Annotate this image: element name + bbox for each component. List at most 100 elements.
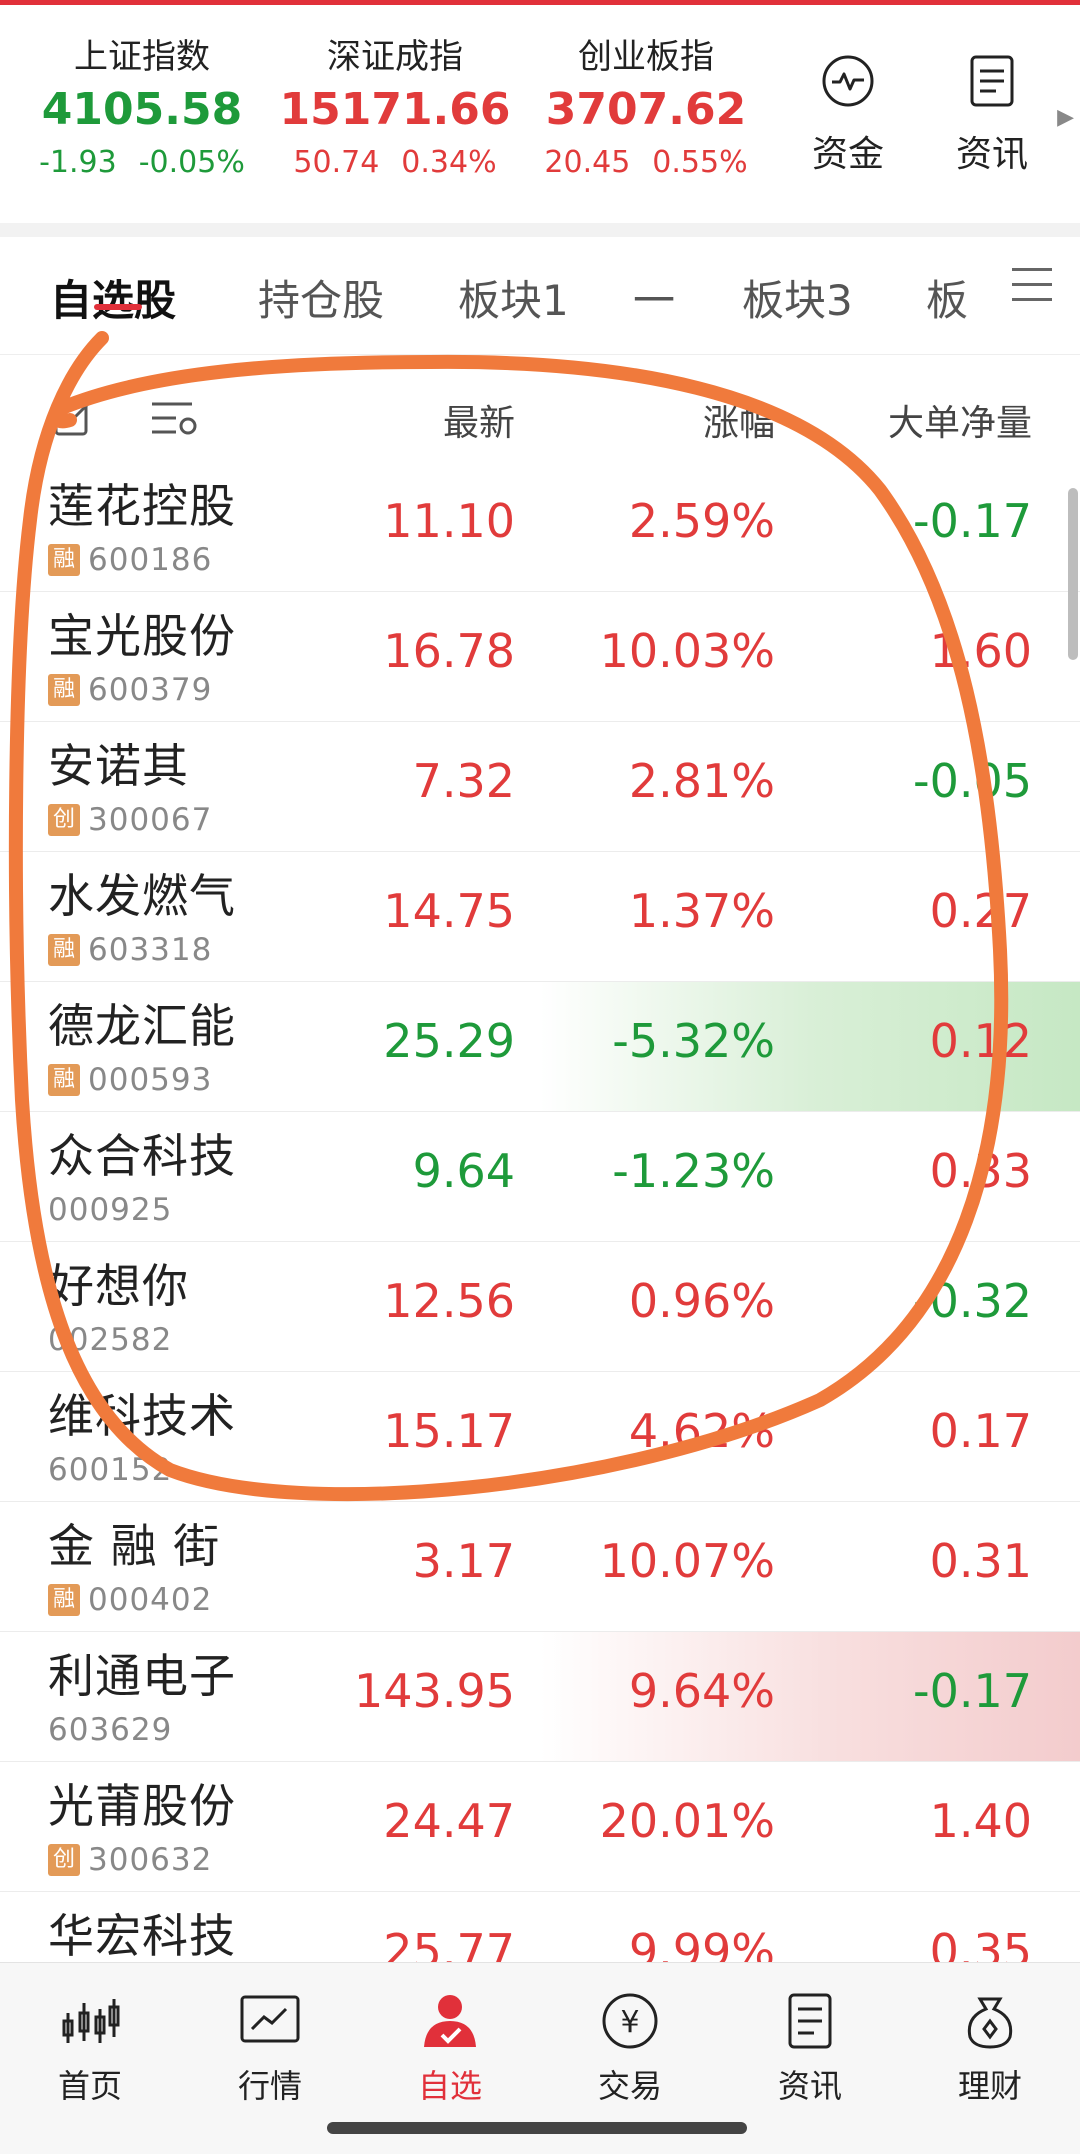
index-sh[interactable]: 上证指数 4105.58 -1.93 -0.05%: [22, 35, 262, 185]
chart-icon: [240, 1995, 300, 2043]
nav-label: 自选: [417, 2067, 482, 2105]
margin-badge: 融: [48, 544, 80, 576]
stock-flow: 0.12: [929, 1014, 1032, 1068]
market-index-header: 上证指数 4105.58 -1.93 -0.05% 深证成指 15171.66 5…: [0, 5, 1080, 223]
money-bag-icon: [967, 1997, 1013, 2049]
chevron-right-icon[interactable]: ▶: [1057, 105, 1074, 130]
stock-row[interactable]: 安诺其 创 300067 7.32 2.81% -0.05: [0, 722, 1080, 852]
tab-watchlist[interactable]: 自选股: [50, 267, 176, 328]
stock-flow: -0.32: [912, 1274, 1032, 1328]
stock-name: 宝光股份: [48, 609, 236, 663]
stock-flow: 0.17: [929, 1404, 1032, 1458]
document-icon: [788, 1993, 832, 2049]
stock-row[interactable]: 维科技术 600152 15.17 4.62% 0.17: [0, 1372, 1080, 1502]
stock-change: 10.07%: [599, 1534, 775, 1588]
document-icon: [970, 55, 1014, 107]
index-name: 深证成指: [327, 37, 463, 77]
stock-change: 10.03%: [599, 624, 775, 678]
tab-sector-1[interactable]: 板块1: [458, 267, 569, 328]
index-sz[interactable]: 深证成指 15171.66 50.74 0.34%: [275, 35, 515, 185]
user-check-icon: [424, 1995, 476, 2047]
nav-label: 交易: [597, 2067, 662, 2105]
stock-change: 1.37%: [628, 884, 775, 938]
stock-price: 7.32: [412, 754, 515, 808]
index-value: 4105.58: [41, 84, 243, 135]
stock-row[interactable]: 金 融 街 融 000402 3.17 10.07% 0.31: [0, 1502, 1080, 1632]
stock-code: 300632: [88, 1842, 213, 1878]
nav-home[interactable]: 首页: [20, 1991, 160, 2107]
stock-price: 143.95: [354, 1664, 515, 1718]
stock-price: 11.10: [383, 494, 515, 548]
margin-badge: 融: [48, 934, 80, 966]
stock-code: 603318: [88, 932, 213, 968]
stock-row[interactable]: 华宏科技 25.77 9.99% 0.35: [0, 1892, 1080, 1962]
candlestick-icon: [62, 1999, 120, 2043]
nav-market[interactable]: 行情: [200, 1991, 340, 2107]
index-value: 3707.62: [545, 84, 747, 135]
stock-row[interactable]: 利通电子 603629 143.95 9.64% -0.17: [0, 1632, 1080, 1762]
stock-price: 15.17: [383, 1404, 515, 1458]
index-name: 创业板指: [578, 37, 714, 77]
stock-flow: 1.40: [929, 1794, 1032, 1848]
index-value: 15171.66: [279, 84, 511, 135]
menu-icon[interactable]: [1012, 268, 1052, 302]
stock-row[interactable]: 宝光股份 融 600379 16.78 10.03% 1.60: [0, 592, 1080, 722]
news-label: 资讯: [955, 134, 1028, 175]
nav-label: 理财: [957, 2067, 1022, 2105]
nav-watchlist[interactable]: 自选: [380, 1991, 520, 2107]
stock-change: -1.23%: [612, 1144, 775, 1198]
col-latest-price[interactable]: 最新: [443, 394, 515, 446]
stock-row[interactable]: 莲花控股 融 600186 11.10 2.59% -0.17: [0, 462, 1080, 592]
stock-price: 24.47: [383, 1794, 515, 1848]
stock-name: 水发燃气: [48, 869, 236, 923]
stock-flow: -0.17: [912, 494, 1032, 548]
stock-row[interactable]: 众合科技 000925 9.64 -1.23% 0.33: [0, 1112, 1080, 1242]
col-change-pct[interactable]: 涨幅: [703, 394, 775, 446]
stock-price: 25.77: [383, 1924, 515, 1962]
funds-label: 资金: [811, 134, 884, 175]
scrollbar[interactable]: [1068, 488, 1078, 660]
tab-group[interactable]: 一: [633, 267, 675, 328]
stock-price: 12.56: [383, 1274, 515, 1328]
nav-trade[interactable]: ¥ 交易: [560, 1991, 700, 2107]
funds-button[interactable]: 资金: [793, 53, 903, 177]
news-button[interactable]: 资讯: [937, 53, 1047, 177]
stock-code: 600379: [88, 672, 213, 708]
stock-name: 华宏科技: [48, 1909, 236, 1962]
stock-name: 德龙汇能: [48, 999, 236, 1053]
margin-badge: 融: [48, 1584, 80, 1616]
stock-row[interactable]: 水发燃气 融 603318 14.75 1.37% 0.27: [0, 852, 1080, 982]
nav-news[interactable]: 资讯: [740, 1991, 880, 2107]
stock-row[interactable]: 好想你 002582 12.56 0.96% -0.32: [0, 1242, 1080, 1372]
svg-text:¥: ¥: [620, 2005, 639, 2040]
stock-row[interactable]: 德龙汇能 融 000593 25.29 -5.32% 0.12: [0, 982, 1080, 1112]
stock-name: 安诺其: [48, 739, 189, 793]
tab-sector-3[interactable]: 板块3: [742, 267, 853, 328]
stock-price: 9.64: [412, 1144, 515, 1198]
stock-flow: -0.17: [912, 1664, 1032, 1718]
nav-wealth[interactable]: 理财: [920, 1991, 1060, 2107]
home-indicator[interactable]: [327, 2122, 747, 2134]
filter-icon[interactable]: [148, 396, 200, 440]
index-cyb[interactable]: 创业板指 3707.62 20.45 0.55%: [526, 35, 766, 185]
stock-change: -5.32%: [612, 1014, 775, 1068]
col-big-order-net[interactable]: 大单净量: [888, 394, 1032, 446]
index-change-abs: 50.74: [293, 145, 380, 180]
stock-change: 2.59%: [628, 494, 775, 548]
stock-code: 300067: [88, 802, 213, 838]
stock-flow: -0.05: [912, 754, 1032, 808]
index-change-abs: 20.45: [544, 145, 631, 180]
tab-holdings[interactable]: 持仓股: [258, 267, 384, 328]
watchlist: 莲花控股 融 600186 11.10 2.59% -0.17 宝光股份 融 600…: [0, 462, 1080, 1962]
index-change-pct: 0.55%: [652, 145, 748, 180]
stock-row[interactable]: 光莆股份 创 300632 24.47 20.01% 1.40: [0, 1762, 1080, 1892]
stock-name: 众合科技: [48, 1129, 236, 1183]
stock-name: 维科技术: [48, 1389, 236, 1443]
stock-change: 20.01%: [599, 1794, 775, 1848]
stock-change: 4.62%: [628, 1404, 775, 1458]
stock-change: 9.99%: [628, 1924, 775, 1962]
index-change-pct: -0.05%: [138, 145, 245, 180]
edit-icon[interactable]: [52, 396, 96, 440]
stock-change: 0.96%: [628, 1274, 775, 1328]
stock-code: 600152: [48, 1452, 173, 1488]
